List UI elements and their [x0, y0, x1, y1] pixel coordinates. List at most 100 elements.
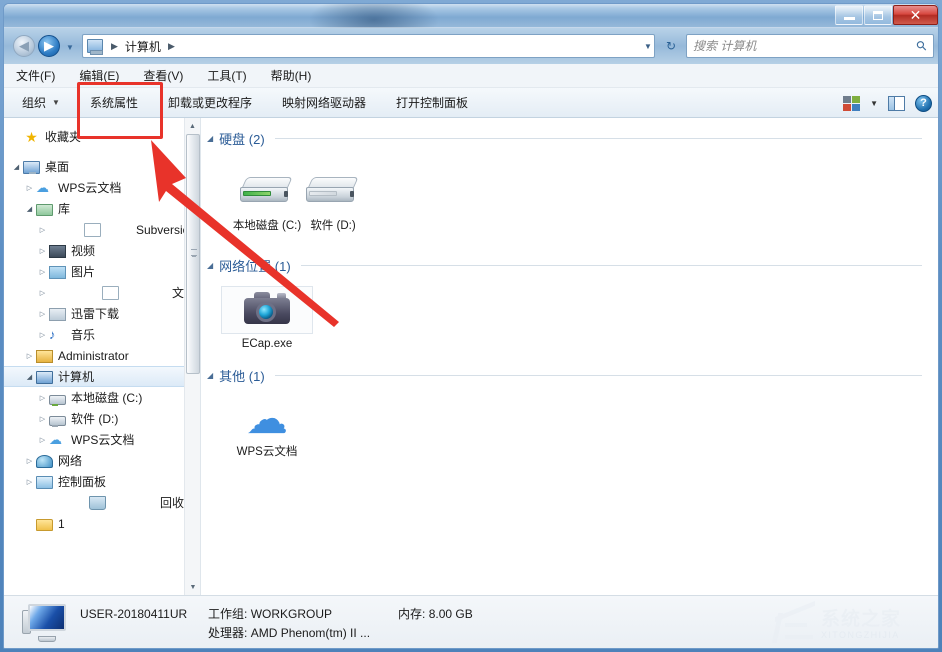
nav-item-10[interactable]: ▷ Administrator	[4, 345, 200, 366]
menu-item-help[interactable]: 帮助(H)	[271, 67, 312, 84]
nav-item-6[interactable]: ▷ 图片	[4, 261, 200, 282]
nav-item-16[interactable]: ▷ 控制面板	[4, 471, 200, 492]
nav-item-12[interactable]: ▷ 本地磁盘 (C:)	[4, 387, 200, 408]
music-icon: ♪	[49, 326, 56, 342]
expander-closed-icon[interactable]: ▷	[36, 289, 49, 297]
nav-item-3[interactable]: ◢ 库	[4, 198, 200, 219]
file-item-icon-box	[221, 286, 313, 334]
expander-closed-icon[interactable]: ▷	[36, 226, 49, 234]
nav-item-11[interactable]: ◢ 计算机	[4, 366, 200, 387]
expander-closed-icon[interactable]: ▷	[36, 436, 49, 444]
preview-pane-icon[interactable]	[888, 95, 905, 111]
expander-open-icon[interactable]: ◢	[207, 134, 213, 143]
scroll-up-button[interactable]: ▲	[185, 118, 200, 134]
nav-item-label: 音乐	[71, 328, 96, 342]
breadcrumb-item-computer[interactable]: 计算机	[123, 38, 163, 55]
nav-item-4[interactable]: ▷ Subversion	[4, 219, 200, 240]
chevron-down-icon[interactable]: ▼	[870, 99, 878, 108]
processor-field: 处理器: AMD Phenom(tm) II ...	[208, 624, 370, 641]
group-title: 网络位置 (1)	[219, 259, 291, 274]
nav-item-17[interactable]: 回收站	[4, 492, 200, 513]
expander-closed-icon[interactable]: ▷	[23, 478, 36, 486]
scrollbar-thumb[interactable]	[186, 134, 200, 374]
search-input[interactable]	[693, 39, 918, 53]
camera-icon	[242, 290, 292, 330]
nav-item-13[interactable]: ▷ 软件 (D:)	[4, 408, 200, 429]
expander-open-icon[interactable]: ◢	[207, 371, 213, 380]
nav-item-15[interactable]: ▷ 网络	[4, 450, 200, 471]
nav-item-label: 图片	[71, 265, 96, 279]
nav-item-7[interactable]: ▷文档	[4, 282, 200, 303]
expander-closed-icon[interactable]: ▷	[36, 247, 49, 255]
refresh-button[interactable]: ↻	[661, 36, 681, 56]
explorer-body: ★收藏夹◢桌面▷☁WPS云文档◢库▷Subversion▷视频▷图片▷文档▷迅雷…	[4, 118, 938, 595]
organize-button[interactable]: 组织 ▼	[22, 94, 60, 111]
help-icon[interactable]: ?	[915, 94, 932, 112]
view-options-icon[interactable]	[843, 95, 861, 111]
nav-item-1[interactable]: ◢ 桌面	[4, 156, 200, 177]
nav-item-5[interactable]: ▷ 视频	[4, 240, 200, 261]
back-button[interactable]: ◀	[13, 35, 35, 57]
expander-open-icon[interactable]: ◢	[23, 205, 36, 213]
address-dropdown-button[interactable]: ▼	[644, 42, 652, 51]
system-properties-button[interactable]: 系统属性	[90, 94, 138, 111]
navigation-pane: ★收藏夹◢桌面▷☁WPS云文档◢库▷Subversion▷视频▷图片▷文档▷迅雷…	[4, 118, 201, 595]
menu-item-edit[interactable]: 编辑(E)	[79, 67, 119, 84]
close-icon: ✕	[909, 6, 922, 23]
expander-closed-icon[interactable]: ▷	[36, 268, 49, 276]
nav-item-18[interactable]: 1	[4, 513, 200, 534]
group-header-2[interactable]: ◢ 其他 (1)	[207, 366, 922, 385]
expander-closed-icon[interactable]: ▷	[36, 310, 49, 318]
menu-item-tools[interactable]: 工具(T)	[207, 67, 246, 84]
nav-item-8[interactable]: ▷ 迅雷下载	[4, 303, 200, 324]
expander-closed-icon[interactable]: ▷	[36, 394, 49, 402]
expander-closed-icon[interactable]: ▷	[23, 184, 36, 192]
scroll-down-button[interactable]: ▼	[185, 579, 200, 595]
navigation-scrollbar[interactable]: ▲ ▼	[184, 118, 200, 595]
nav-item-14[interactable]: ▷ ☁ WPS云文档	[4, 429, 200, 450]
nav-item-2[interactable]: ▷ ☁ WPS云文档	[4, 177, 200, 198]
nav-item-label: 库	[58, 202, 71, 216]
expander-open-icon[interactable]: ◢	[23, 373, 36, 381]
chevron-down-icon: ▼	[644, 42, 652, 51]
expander-open-icon[interactable]: ◢	[207, 261, 213, 270]
content-pane[interactable]: ◢ 硬盘 (2) 本地磁盘 (C:) 软件 (D:) ◢ 网络位置 (1) ECap.exe…	[201, 118, 938, 595]
expander-closed-icon[interactable]: ▷	[36, 331, 49, 339]
file-item[interactable]: ECap.exe	[221, 286, 313, 351]
map-network-drive-button[interactable]: 映射网络驱动器	[282, 94, 366, 111]
recycle-bin-icon	[89, 496, 107, 510]
menu-item-file[interactable]: 文件(F)	[16, 67, 55, 84]
back-arrow-icon: ◀	[19, 38, 29, 53]
expander-closed-icon[interactable]: ▷	[23, 457, 36, 465]
workgroup-field: 工作组: WORKGROUP	[208, 605, 398, 622]
menu-item-view[interactable]: 查看(V)	[143, 67, 183, 84]
close-button[interactable]: ✕	[893, 5, 938, 25]
expander-open-icon[interactable]: ◢	[10, 163, 23, 171]
minimize-button[interactable]	[835, 5, 863, 25]
nav-item-9[interactable]: ▷ ♪ 音乐	[4, 324, 200, 345]
organize-label: 组织	[22, 96, 47, 110]
file-item[interactable]: 软件 (D:)	[287, 170, 379, 233]
harddisk-icon	[49, 415, 66, 427]
title-bar: ✕	[4, 4, 938, 28]
workgroup-label: 工作组:	[208, 607, 248, 621]
maximize-button[interactable]	[864, 5, 892, 25]
search-box[interactable]: ⚲	[686, 34, 934, 58]
menu-bar: 文件(F) 编辑(E) 查看(V) 工具(T) 帮助(H)	[4, 64, 938, 88]
recent-locations-button[interactable]: ▼	[66, 43, 74, 52]
document-icon	[101, 286, 119, 300]
forward-button[interactable]: ▶	[38, 35, 60, 57]
address-bar[interactable]: ▶ 计算机 ▶	[82, 34, 655, 58]
control-panel-icon	[36, 476, 53, 489]
uninstall-change-program-button[interactable]: 卸载或更改程序	[168, 94, 252, 111]
nav-item-0[interactable]: ★ 收藏夹	[4, 126, 200, 147]
file-item[interactable]: ☁ WPS云文档	[221, 396, 313, 459]
expander-closed-icon[interactable]: ▷	[23, 352, 36, 360]
workgroup-value: WORKGROUP	[250, 607, 333, 621]
breadcrumb-separator-icon[interactable]: ▶	[163, 41, 180, 52]
group-title: 硬盘 (2)	[219, 132, 265, 147]
group-header-1[interactable]: ◢ 网络位置 (1)	[207, 256, 922, 275]
expander-closed-icon[interactable]: ▷	[36, 415, 49, 423]
open-control-panel-button[interactable]: 打开控制面板	[396, 94, 468, 111]
group-header-0[interactable]: ◢ 硬盘 (2)	[207, 129, 922, 148]
